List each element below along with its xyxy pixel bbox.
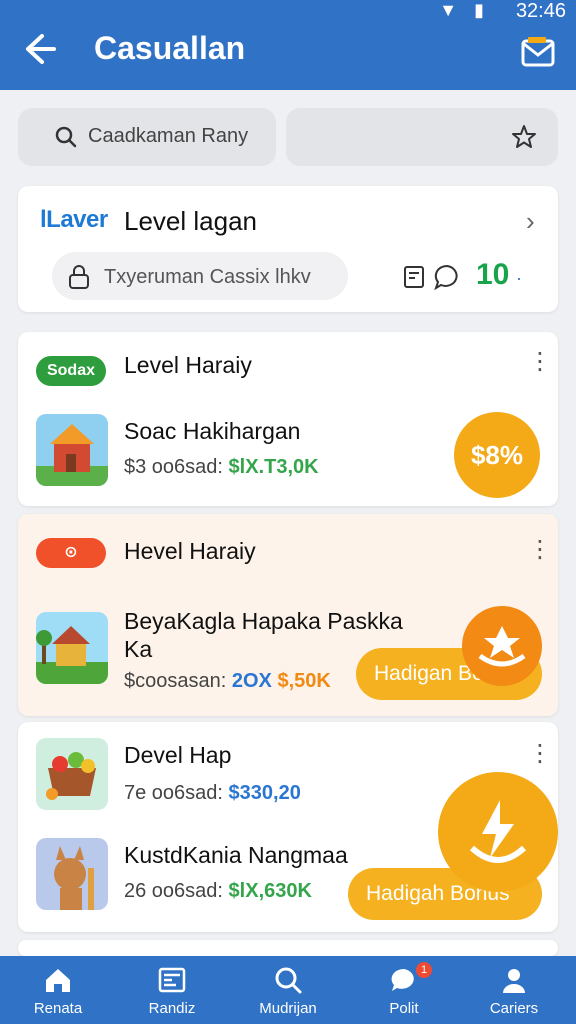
nav-item-chat[interactable]: Polit [354, 956, 454, 1024]
level-title: Level lagan [124, 206, 257, 236]
game-thumbnail[interactable] [36, 612, 108, 684]
meta-value: $lX.T3,0K [228, 456, 319, 478]
item-meta: $сoosasan: 2OX $,50K [124, 670, 331, 693]
meta-value: $330,20 [228, 782, 301, 804]
more-options-icon[interactable]: ⋮ [528, 536, 552, 564]
section-heading: Hevel Haraiy [124, 538, 256, 564]
level-count-suffix: · [516, 268, 522, 288]
star-icon [512, 125, 536, 148]
nav-item-list[interactable]: Randiz [122, 956, 222, 1024]
nav-label: Polit [389, 1000, 419, 1017]
search-placeholder: Caadkaman Rany [88, 125, 249, 147]
section-heading: Level Haraiy [124, 352, 252, 378]
meta-label: $сoosasan: [124, 670, 227, 692]
level-brand: lLaver [40, 206, 108, 233]
item-title: BeyaKaglа Hapaka Paskka [124, 608, 403, 634]
document-icon[interactable] [402, 264, 426, 290]
item-title-line2: Ka [124, 636, 153, 662]
lock-icon [69, 265, 89, 289]
search-icon [55, 126, 77, 148]
more-options-icon[interactable]: ⋮ [528, 348, 552, 376]
level-count: 10 [476, 258, 510, 291]
coin-button[interactable]: $8% [454, 412, 540, 498]
pill-text: Txyeruman Cassix lhkv [104, 266, 311, 288]
status-time: 32:46 [515, 0, 566, 22]
lightning-reward-button[interactable] [438, 772, 558, 892]
meta-label: 26 oo6sad: [124, 880, 223, 902]
gift-icon [478, 626, 526, 667]
mail-icon [521, 37, 555, 67]
page-title: Casuallan [94, 30, 246, 66]
game-thumbnail[interactable] [36, 838, 108, 910]
item-meta: 7e oo6sad: $330,20 [124, 782, 301, 805]
meta-value: $lX,630K [228, 880, 312, 902]
mail-button[interactable] [520, 34, 556, 70]
nav-label: Mudrijan [259, 1000, 317, 1017]
item-meta: 26 oo6sad: $lX,630K [124, 880, 312, 903]
nav-label: Randiz [148, 1000, 196, 1017]
notification-badge: 1 [416, 962, 432, 978]
fruit-basket-image [36, 738, 108, 810]
meta-label: $3 oo6sad: [124, 456, 223, 478]
search-icon [275, 967, 302, 994]
chat-bubble-icon[interactable] [432, 262, 462, 292]
arrow-left-icon [26, 34, 56, 64]
list-icon [158, 967, 186, 993]
back-button[interactable] [20, 30, 60, 70]
lightning-icon [469, 800, 527, 863]
nav-item-search[interactable]: Mudrijan [238, 956, 338, 1024]
nav-item-home[interactable]: Renata [8, 956, 108, 1024]
item-meta: $3 oo6sad: $lX.T3,0K [124, 456, 319, 479]
meta-label: 7e oo6sad: [124, 782, 223, 804]
item-title: KustdKania Nangmaa [124, 842, 348, 868]
home-icon [46, 969, 70, 992]
profile-icon [503, 969, 525, 993]
castle-image [36, 414, 108, 486]
nav-label: Cariers [489, 1000, 539, 1017]
item-title: Soac Hakihargan [124, 418, 301, 444]
status-icons: ▼ ▮ [439, 0, 490, 20]
game-thumbnail[interactable] [36, 738, 108, 810]
fox-image [36, 838, 108, 910]
game-thumbnail[interactable] [36, 414, 108, 486]
meta-value-b: $,50K [277, 670, 331, 692]
section-badge: Sodax [36, 356, 106, 386]
more-options-icon[interactable]: ⋮ [528, 740, 552, 768]
village-image [36, 612, 108, 684]
section-heading: Devel Hap [124, 742, 232, 768]
meta-value-a: 2OX [231, 670, 272, 692]
section-card-4 [18, 940, 558, 956]
chevron-right-icon[interactable]: › [526, 206, 535, 237]
nav-item-profile[interactable]: Cariers [464, 956, 564, 1024]
reward-button[interactable] [462, 606, 542, 686]
section-badge: ⊙ [36, 538, 106, 568]
nav-label: Renata [33, 1000, 83, 1017]
